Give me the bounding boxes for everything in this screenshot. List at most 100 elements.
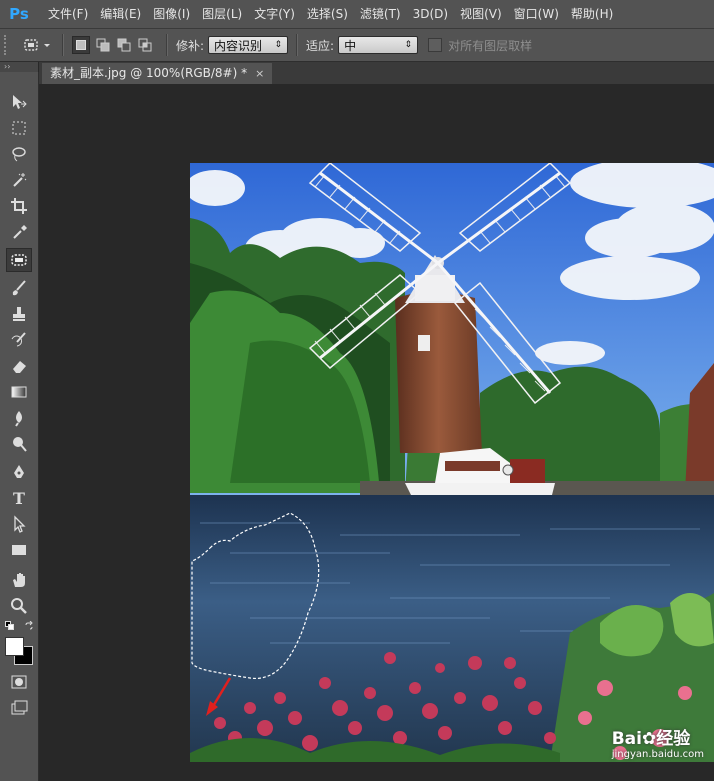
- menu-window[interactable]: 窗口(W): [508, 0, 565, 28]
- menu-type[interactable]: 文字(Y): [248, 0, 301, 28]
- screen-mode-icon: [11, 700, 28, 715]
- brush-tool[interactable]: [6, 276, 32, 300]
- close-icon[interactable]: ×: [255, 63, 264, 84]
- new-selection-icon: [76, 40, 86, 50]
- document-canvas-image[interactable]: Bai✿经验 jingyan.baidu.com: [190, 163, 714, 762]
- subtract-selection-icon: [117, 38, 131, 52]
- menu-view[interactable]: 视图(V): [454, 0, 508, 28]
- marquee-tool[interactable]: [6, 116, 32, 140]
- watermark-suffix: 经验: [656, 729, 691, 749]
- menu-bar: Ps 文件(F) 编辑(E) 图像(I) 图层(L) 文字(Y) 选择(S) 滤…: [0, 0, 714, 29]
- magic-wand-icon: [13, 173, 27, 187]
- watermark-brand-text: Bai: [611, 729, 642, 749]
- hand-icon: [13, 573, 25, 587]
- menu-3d[interactable]: 3D(D): [407, 0, 454, 28]
- options-bar: 修补: 内容识别 ⇕ 适应: 中 ⇕ 对所有图层取样: [0, 29, 714, 62]
- watermark-brand: Bai✿经验: [612, 724, 704, 749]
- foreground-color-swatch[interactable]: [5, 637, 24, 656]
- sample-all-layers-checkbox[interactable]: [428, 38, 443, 52]
- dodge-tool[interactable]: [6, 432, 32, 456]
- patch-tool-icon: [24, 39, 50, 51]
- pen-tool[interactable]: [6, 460, 32, 484]
- dodge-icon: [13, 437, 27, 452]
- rectangle-tool[interactable]: [6, 538, 32, 562]
- menu-help[interactable]: 帮助(H): [565, 0, 619, 28]
- brush-icon: [12, 280, 26, 296]
- crop-tool[interactable]: [6, 194, 32, 218]
- lasso-icon: [12, 147, 26, 162]
- eraser-tool[interactable]: [6, 354, 32, 378]
- add-selection-icon: [96, 38, 110, 52]
- menu-edit[interactable]: 编辑(E): [94, 0, 147, 28]
- magic-wand-tool[interactable]: [6, 168, 32, 192]
- type-icon: T: [13, 488, 25, 508]
- zoom-tool[interactable]: [6, 594, 32, 618]
- separator: [62, 34, 64, 56]
- sample-all-layers-label: 对所有图层取样: [448, 38, 533, 53]
- tools-panel: T: [0, 72, 39, 781]
- windmill-photo: [190, 163, 714, 762]
- blur-tool[interactable]: [6, 406, 32, 430]
- quick-mask-button[interactable]: [6, 670, 32, 694]
- stamp-icon: [13, 307, 25, 321]
- new-selection-button[interactable]: [72, 36, 90, 54]
- swap-colors-icon[interactable]: [24, 621, 34, 631]
- gradient-icon: [11, 386, 27, 398]
- path-selection-icon: [14, 515, 26, 533]
- history-brush-tool[interactable]: [6, 328, 32, 352]
- eyedropper-tool[interactable]: [6, 220, 32, 244]
- menu-layer[interactable]: 图层(L): [196, 0, 248, 28]
- patch-tool[interactable]: [6, 248, 32, 272]
- options-bar-grip[interactable]: [4, 35, 12, 55]
- zoom-icon: [11, 598, 27, 614]
- menu-file[interactable]: 文件(F): [42, 0, 94, 28]
- color-swatch-controls: [4, 620, 34, 634]
- add-to-selection-button[interactable]: [95, 37, 111, 53]
- baidu-watermark: Bai✿经验 jingyan.baidu.com: [612, 724, 704, 760]
- rectangular-marquee-icon: [12, 121, 26, 135]
- menu-select[interactable]: 选择(S): [301, 0, 354, 28]
- pen-icon: [14, 465, 24, 478]
- path-selection-tool[interactable]: [6, 512, 32, 536]
- patch-icon: [11, 254, 27, 266]
- adaptation-value: 中: [344, 38, 357, 53]
- patch-label: 修补:: [176, 38, 205, 53]
- document-tab-bar: 素材_副本.jpg @ 100%(RGB/8#) * ×: [39, 62, 714, 84]
- patch-mode-select[interactable]: 内容识别 ⇕: [208, 36, 289, 54]
- adaptation-select[interactable]: 中 ⇕: [338, 36, 419, 54]
- select-arrows-icon: ⇕: [274, 40, 283, 50]
- gradient-tool[interactable]: [6, 380, 32, 404]
- menu-filter[interactable]: 滤镜(T): [354, 0, 407, 28]
- select-arrows-icon: ⇕: [404, 40, 413, 50]
- crop-icon: [11, 198, 27, 214]
- screen-mode-button[interactable]: [6, 696, 32, 720]
- hand-tool[interactable]: [6, 568, 32, 592]
- move-tool[interactable]: [6, 90, 32, 114]
- menu-image[interactable]: 图像(I): [147, 0, 196, 28]
- document-tab-title: 素材_副本.jpg @ 100%(RGB/8#) *: [50, 66, 248, 80]
- history-brush-icon: [11, 332, 26, 347]
- photoshop-logo: Ps: [9, 5, 29, 23]
- patch-mode-value: 内容识别: [214, 38, 263, 53]
- document-tab[interactable]: 素材_副本.jpg @ 100%(RGB/8#) * ×: [42, 63, 273, 84]
- type-tool[interactable]: T: [6, 486, 32, 510]
- default-colors-icon[interactable]: [5, 621, 15, 631]
- paw-icon: ✿: [641, 729, 657, 749]
- adaptation-label: 适应:: [306, 38, 335, 53]
- toolbar-grip[interactable]: ››: [0, 62, 38, 72]
- tool-preset-picker[interactable]: [20, 34, 54, 56]
- blur-drop-icon: [15, 411, 22, 427]
- lasso-tool[interactable]: [6, 142, 32, 166]
- intersect-selection-button[interactable]: [137, 37, 153, 53]
- clone-stamp-tool[interactable]: [6, 302, 32, 326]
- eyedropper-icon: [13, 225, 27, 239]
- separator: [166, 34, 168, 56]
- rectangle-shape-icon: [12, 545, 26, 555]
- quick-mask-icon: [11, 675, 27, 689]
- subtract-from-selection-button[interactable]: [116, 37, 132, 53]
- watermark-url: jingyan.baidu.com: [611, 749, 704, 760]
- move-icon: [13, 95, 27, 109]
- separator: [296, 34, 299, 56]
- color-swatches: [4, 636, 34, 666]
- eraser-icon: [13, 361, 26, 373]
